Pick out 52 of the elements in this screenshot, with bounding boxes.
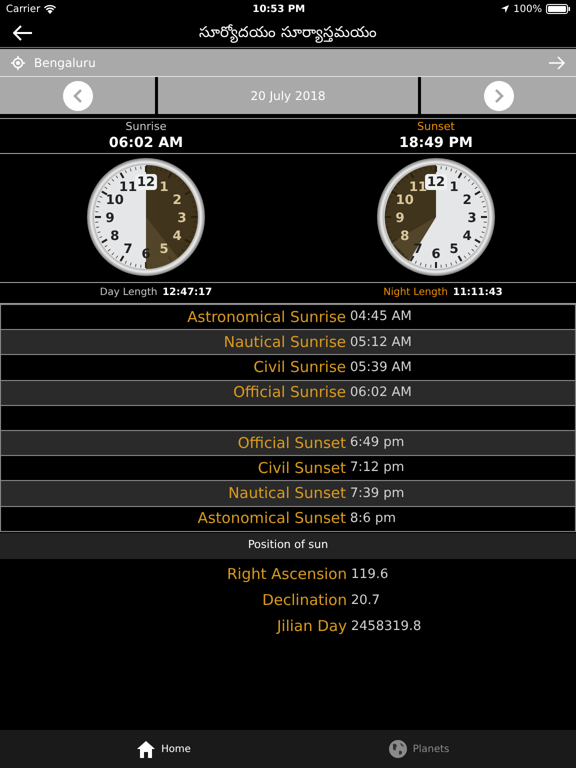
carrier-name: Carrier: [6, 2, 40, 16]
location-target-icon: [11, 56, 25, 70]
time-label: Astronomical Sunrise: [186, 306, 346, 328]
battery-percent: 100%: [513, 2, 542, 16]
time-label: Nautical Sunset: [227, 483, 346, 504]
wifi-icon: [44, 4, 56, 14]
time-label: Official Sunset: [236, 432, 346, 454]
position-label: Jilian Day: [275, 616, 347, 638]
tab-button[interactable]: Home: [0, 730, 288, 768]
clock-time-value: 06:02 AM: [108, 134, 184, 152]
position-value: 119.6: [351, 566, 390, 584]
clock-time: 10:53 PM: [252, 2, 306, 16]
back-button[interactable]: [12, 23, 34, 43]
position-label: Right Ascension: [226, 564, 347, 586]
time-value: 05:12 AM: [350, 334, 413, 352]
clock-caption: Sunrise: [125, 120, 166, 134]
position-value: 2458319.8: [351, 618, 422, 636]
time-label: Astonomical Sunset: [196, 508, 346, 530]
position-value: 20.7: [351, 592, 381, 610]
time-value: 8:6 pm: [350, 510, 397, 528]
time-label: Official Sunrise: [232, 382, 346, 404]
length-value: 12:47:17: [162, 286, 212, 300]
forward-arrow-icon[interactable]: [549, 56, 565, 70]
next-day-button[interactable]: [484, 80, 514, 110]
date-label: 20 July 2018: [250, 88, 326, 104]
time-value: 04:45 AM: [350, 308, 413, 326]
length-label: Night Length: [383, 286, 448, 300]
time-value: 06:02 AM: [350, 384, 413, 402]
time-value: 7:39 pm: [350, 484, 406, 503]
home-icon: [137, 740, 156, 758]
screen-title: సూర్యోదయం సూర్యాస్తమయం: [199, 22, 377, 44]
clock-caption: Sunset: [417, 120, 455, 134]
time-value: 7:12 pm: [350, 459, 406, 478]
clock-time-value: 18:49 PM: [399, 134, 473, 152]
time-value: 05:39 AM: [350, 358, 413, 377]
previous-day-button[interactable]: [62, 80, 92, 110]
time-label: Civil Sunset: [256, 458, 346, 479]
length-value: 11:11:43: [452, 286, 503, 300]
location-arrow-icon: [501, 5, 510, 13]
chevron-left-icon: [72, 88, 82, 102]
clock-face-drawing: 1112 1 10 2 9 3 8 4 7 6 5: [86, 157, 206, 277]
chevron-right-icon: [494, 88, 504, 102]
globe-icon: [388, 740, 407, 758]
tab-button[interactable]: Planets: [288, 730, 576, 768]
position-label: Declination: [261, 590, 347, 612]
time-value: 6:49 pm: [350, 434, 406, 452]
location-name: Bengaluru: [34, 54, 97, 72]
time-label: Civil Sunrise: [252, 357, 346, 378]
section-title: Position of sun: [248, 537, 328, 554]
battery-icon: [546, 4, 570, 14]
time-label: Nautical Sunrise: [222, 332, 346, 354]
length-label: Day Length: [100, 286, 158, 300]
